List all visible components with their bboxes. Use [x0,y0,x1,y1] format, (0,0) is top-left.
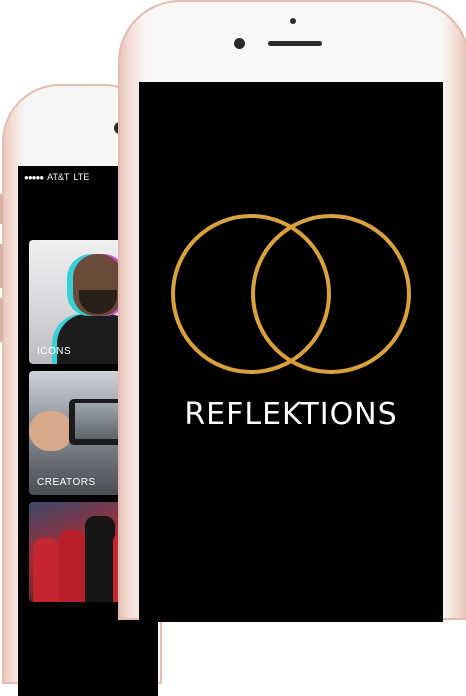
proximity-sensor-icon [290,18,296,24]
splash-screen: REFLEKTIONS [139,82,443,622]
network-type: LTE [73,172,90,182]
earpiece-speaker-icon [268,41,322,46]
mute-switch [0,194,3,224]
category-tile-icons[interactable]: ICONS [29,240,131,364]
carrier-name: AT&T [47,172,70,182]
category-tile-creators[interactable]: CREATORS [29,371,131,495]
performer-image [59,530,85,602]
category-label: CREATORS [37,477,96,488]
performer-image [33,538,59,602]
status-bar: ●●●●● AT&T LTE [24,172,89,182]
volume-down-button [0,298,3,342]
app-title: REFLEKTIONS [184,397,398,432]
category-label: ICONS [37,346,72,357]
interlocking-rings-icon [171,214,411,374]
performer-image [85,516,115,602]
front-phone: REFLEKTIONS [118,0,466,622]
front-camera-icon [234,38,245,49]
category-tile-performers[interactable] [29,502,131,602]
signal-strength-icon: ●●●●● [24,172,44,182]
hand-image [29,411,73,451]
volume-up-button [0,244,3,288]
camera-screen-image [75,403,121,439]
